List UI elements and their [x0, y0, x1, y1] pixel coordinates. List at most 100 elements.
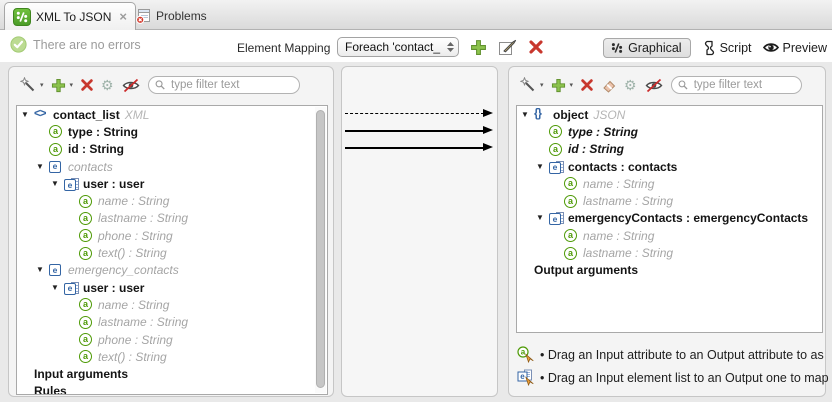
input-panel: ▾ ▾ ⚙ ▼<>contact: [8, 66, 334, 397]
tree-row[interactable]: alastname : String: [17, 314, 327, 331]
problems-icon: [136, 8, 151, 24]
expander-icon[interactable]: ▼: [51, 284, 64, 292]
tree-row[interactable]: atype : String: [517, 123, 822, 140]
graphical-view-icon: [610, 41, 624, 55]
wand-button[interactable]: [520, 77, 536, 93]
wand-button[interactable]: [20, 77, 36, 93]
input-tree: ▼<>contact_listXMLatype : Stringaid : St…: [16, 105, 328, 395]
tree-row[interactable]: Rules: [17, 383, 327, 395]
edit-mapping-button[interactable]: [498, 39, 517, 56]
close-tab-icon[interactable]: ×: [119, 10, 127, 23]
hide-unmapped-button[interactable]: [121, 78, 141, 93]
hint-text: • Drag an Input attribute to an Output a…: [540, 348, 824, 362]
expander-icon[interactable]: ▼: [21, 111, 34, 119]
tree-row[interactable]: ▼econtacts : contacts: [517, 158, 822, 175]
expander-icon[interactable]: ▼: [536, 163, 549, 171]
settings-button[interactable]: ⚙: [101, 78, 114, 92]
scrollbar-thumb[interactable]: [316, 110, 325, 388]
tree-row[interactable]: atext() : String: [17, 244, 327, 261]
scrollbar[interactable]: [315, 107, 326, 393]
tree-row[interactable]: aname : String: [517, 175, 822, 192]
wand-menu-caret[interactable]: ▾: [540, 81, 544, 89]
status-no-errors: There are no errors: [10, 36, 141, 53]
element-mapping-select-value: Foreach 'contact_: [345, 40, 447, 54]
tree-row[interactable]: ▼{}objectJSON: [517, 106, 822, 123]
expander-icon[interactable]: ▼: [536, 214, 549, 222]
attribute-icon: a: [79, 194, 95, 208]
add-menu-caret[interactable]: ▾: [70, 81, 74, 89]
expander-icon[interactable]: ▼: [36, 163, 49, 171]
node-label: Input arguments: [34, 368, 128, 380]
delete-node-button[interactable]: [80, 78, 94, 92]
attribute-icon: a: [49, 125, 65, 139]
tree-row[interactable]: aname : String: [17, 296, 327, 313]
eraser-icon: [601, 78, 617, 93]
expander-icon[interactable]: ▼: [521, 111, 534, 119]
add-mapping-button[interactable]: [470, 39, 487, 56]
search-icon: [678, 79, 688, 91]
output-panel-toolbar: ▾ ▾ ⚙: [520, 75, 802, 95]
node-label: id : String: [568, 143, 624, 155]
output-filter-field[interactable]: [692, 78, 795, 92]
node-label: user : user: [83, 282, 144, 294]
tree-row[interactable]: Output arguments: [517, 262, 822, 279]
edit-icon: [498, 39, 517, 56]
settings-button[interactable]: ⚙: [624, 78, 637, 92]
graphical-view-button[interactable]: Graphical: [603, 38, 691, 58]
script-view-button[interactable]: Script: [702, 40, 752, 56]
tree-row[interactable]: ▼eemergency_contacts: [17, 262, 327, 279]
tree-row[interactable]: alastname : String: [517, 244, 822, 261]
node-label: name : String: [583, 178, 654, 190]
tree-row[interactable]: Input arguments: [17, 365, 327, 382]
tree-row[interactable]: ▼euser : user: [17, 175, 327, 192]
expander-icon[interactable]: ▼: [36, 266, 49, 274]
node-label: lastname : String: [583, 195, 673, 207]
tree-row[interactable]: aid : String: [17, 141, 327, 158]
tree-row[interactable]: ▼<>contact_listXML: [17, 106, 327, 123]
tab-xml-to-json[interactable]: XML To JSON ×: [4, 2, 136, 30]
delete-node-button[interactable]: [580, 78, 594, 92]
node-label: emergencyContacts : emergencyContacts: [568, 212, 808, 224]
tree-row[interactable]: aphone : String: [17, 227, 327, 244]
node-label: emergency_contacts: [68, 264, 179, 276]
node-type-suffix: JSON: [593, 108, 625, 122]
attribute-icon: a: [49, 142, 65, 156]
element-mapping-select[interactable]: Foreach 'contact_: [337, 37, 459, 57]
add-node-button[interactable]: [551, 78, 566, 93]
attribute-icon: a: [79, 229, 95, 243]
tree-row[interactable]: atext() : String: [17, 348, 327, 365]
node-label: name : String: [98, 195, 169, 207]
element-list-icon: e: [549, 211, 565, 225]
input-filter: [148, 76, 300, 94]
tree-row[interactable]: aname : String: [17, 192, 327, 209]
tree-row[interactable]: alastname : String: [17, 210, 327, 227]
hide-unmapped-button[interactable]: [644, 78, 664, 93]
tree-row[interactable]: ▼euser : user: [17, 279, 327, 296]
attribute-icon: a: [79, 211, 95, 225]
add-node-button[interactable]: [51, 78, 66, 93]
node-label: lastname : String: [98, 212, 188, 224]
delete-mapping-button[interactable]: [528, 39, 544, 55]
tree-row[interactable]: alastname : String: [517, 192, 822, 209]
preview-view-button[interactable]: Preview: [763, 41, 827, 55]
attribute-icon: a: [564, 177, 580, 191]
attribute-icon: a: [549, 142, 565, 156]
tab-problems[interactable]: Problems: [127, 2, 216, 29]
wand-menu-caret[interactable]: ▾: [40, 81, 44, 89]
tree-row[interactable]: aname : String: [517, 227, 822, 244]
element-icon: e: [49, 263, 65, 277]
delete-icon: [580, 78, 594, 92]
input-filter-field[interactable]: [169, 78, 293, 92]
node-label: name : String: [583, 230, 654, 242]
tree-row[interactable]: aphone : String: [17, 331, 327, 348]
add-menu-caret[interactable]: ▾: [570, 81, 574, 89]
expander-icon[interactable]: ▼: [51, 180, 64, 188]
erase-button[interactable]: [601, 78, 617, 93]
element-list-icon: e: [549, 160, 565, 174]
eye-slash-icon: [121, 78, 141, 93]
node-label: type : String: [568, 126, 638, 138]
tree-row[interactable]: ▼econtacts: [17, 158, 327, 175]
tree-row[interactable]: ▼eemergencyContacts : emergencyContacts: [517, 210, 822, 227]
tree-row[interactable]: atype : String: [17, 123, 327, 140]
tree-row[interactable]: aid : String: [517, 141, 822, 158]
